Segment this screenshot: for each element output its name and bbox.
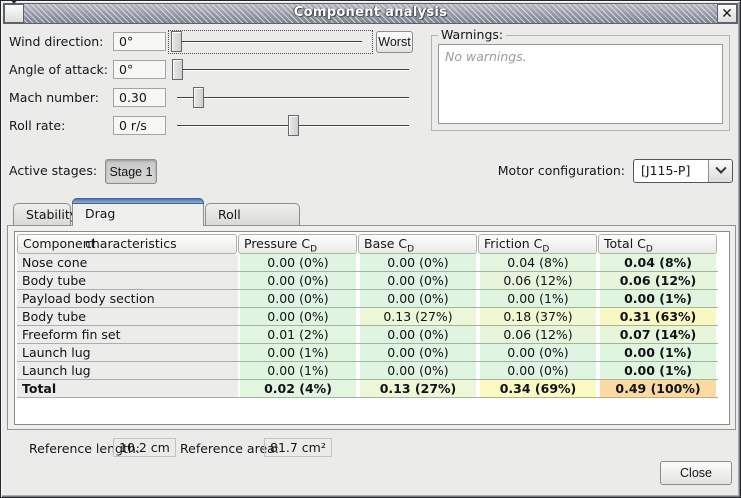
component-cell: Launch lug (17, 344, 238, 361)
component-analysis-dialog: Component analysis ✕ Wind direction: 0° … (0, 0, 741, 498)
motor-configuration-label: Motor configuration: (473, 161, 625, 181)
component-cell: Launch lug (17, 362, 238, 379)
table-row[interactable]: Launch lug 0.00 (1%) 0.00 (0%) 0.00 (0%)… (17, 344, 718, 362)
table-row[interactable]: Freeform fin set 0.01 (2%) 0.00 (0%) 0.0… (17, 326, 718, 344)
total-cd-cell: 0.06 (12%) (600, 272, 716, 289)
base-cd-cell: 0.13 (27%) (360, 380, 476, 397)
angle-of-attack-field[interactable]: 0° (113, 60, 166, 79)
friction-cd-cell: 0.04 (8%) (480, 254, 596, 271)
no-warnings-text: No warnings. (439, 45, 722, 68)
wind-direction-field[interactable]: 0° (113, 32, 166, 51)
worst-button[interactable]: Worst (376, 31, 413, 53)
close-icon: ✕ (721, 7, 733, 21)
warnings-group: Warnings: No warnings. (431, 35, 730, 131)
base-cd-cell: 0.00 (0%) (360, 326, 476, 343)
window-close-button[interactable]: ✕ (717, 4, 737, 23)
slider-track (177, 97, 409, 99)
total-cd-cell: 0.04 (8%) (600, 254, 716, 271)
tab-stability[interactable]: Stability (13, 203, 71, 226)
wind-direction-slider[interactable] (176, 30, 362, 54)
friction-cd-cell: 0.06 (12%) (480, 272, 596, 289)
slider-thumb[interactable] (288, 115, 299, 136)
slider-track (176, 41, 362, 43)
total-cd-cell: 0.49 (100%) (600, 380, 716, 397)
total-cd-cell: 0.31 (63%) (600, 308, 716, 325)
angle-of-attack-label: Angle of attack: (9, 60, 108, 80)
chevron-down-icon (715, 163, 726, 174)
column-header-pressure-cd: Pressure CD (238, 234, 357, 254)
table-row-total[interactable]: Total 0.02 (4%) 0.13 (27%) 0.34 (69%) 0.… (17, 380, 718, 398)
base-cd-cell: 0.00 (0%) (360, 272, 476, 289)
mach-number-label: Mach number: (9, 88, 99, 108)
tab-drag-characteristics[interactable]: Drag characteristics (72, 198, 204, 226)
mach-number-field[interactable]: 0.30 (113, 88, 166, 107)
table-row[interactable]: Body tube 0.00 (0%) 0.13 (27%) 0.18 (37%… (17, 308, 718, 326)
pressure-cd-cell: 0.00 (0%) (240, 254, 356, 271)
pressure-cd-cell: 0.00 (1%) (240, 344, 356, 361)
base-cd-cell: 0.00 (0%) (360, 362, 476, 379)
pressure-cd-cell: 0.00 (1%) (240, 362, 356, 379)
component-cell: Freeform fin set (17, 326, 238, 343)
table-row[interactable]: Launch lug 0.00 (1%) 0.00 (0%) 0.00 (0%)… (17, 362, 718, 380)
angle-of-attack-slider[interactable] (177, 58, 409, 82)
pressure-cd-cell: 0.00 (0%) (240, 290, 356, 307)
slider-thumb[interactable] (193, 87, 204, 108)
pressure-cd-cell: 0.00 (0%) (240, 308, 356, 325)
total-cd-cell: 0.00 (1%) (600, 290, 716, 307)
friction-cd-cell: 0.06 (12%) (480, 326, 596, 343)
wind-direction-label: Wind direction: (9, 32, 103, 52)
mach-number-slider[interactable] (177, 86, 409, 110)
component-cell: Payload body section (17, 290, 238, 307)
slider-track (177, 69, 409, 71)
motor-configuration-value: [J115-P] (641, 163, 690, 178)
warnings-list: No warnings. (438, 44, 723, 124)
friction-cd-cell: 0.34 (69%) (480, 380, 596, 397)
pressure-cd-cell: 0.01 (2%) (240, 326, 356, 343)
close-button[interactable]: Close (660, 461, 732, 485)
friction-cd-cell: 0.00 (0%) (480, 362, 596, 379)
pressure-cd-cell: 0.02 (4%) (240, 380, 356, 397)
base-cd-cell: 0.13 (27%) (360, 308, 476, 325)
total-cd-cell: 0.00 (1%) (600, 344, 716, 361)
reference-length-value: 10.2 cm (113, 438, 176, 457)
slider-thumb[interactable] (171, 31, 182, 52)
component-cell: Body tube (17, 272, 238, 289)
combo-arrow-button[interactable] (708, 160, 732, 182)
pressure-cd-cell: 0.00 (0%) (240, 272, 356, 289)
tab-roll-dynamics[interactable]: Roll dynamics (205, 203, 300, 226)
roll-rate-slider[interactable] (177, 114, 409, 138)
warnings-title: Warnings: (438, 27, 506, 42)
base-cd-cell: 0.00 (0%) (360, 290, 476, 307)
base-cd-cell: 0.00 (0%) (360, 254, 476, 271)
friction-cd-cell: 0.00 (0%) (480, 344, 596, 361)
slider-thumb[interactable] (172, 59, 183, 80)
friction-cd-cell: 0.00 (1%) (480, 290, 596, 307)
roll-rate-field[interactable]: 0 r/s (113, 116, 166, 135)
reference-area-value: 81.7 cm² (264, 438, 332, 457)
table-row[interactable]: Body tube 0.00 (0%) 0.00 (0%) 0.06 (12%)… (17, 272, 718, 290)
component-cell: Body tube (17, 308, 238, 325)
stage-1-toggle[interactable]: Stage 1 (105, 159, 157, 184)
roll-rate-label: Roll rate: (9, 116, 65, 136)
table-row[interactable]: Payload body section 0.00 (0%) 0.00 (0%)… (17, 290, 718, 308)
column-header-friction-cd: Friction CD (478, 234, 597, 254)
column-header-base-cd: Base CD (358, 234, 477, 254)
title-bar[interactable]: Component analysis ✕ (3, 3, 738, 24)
motor-configuration-select[interactable]: [J115-P] (633, 159, 733, 183)
base-cd-cell: 0.00 (0%) (360, 344, 476, 361)
total-cd-cell: 0.00 (1%) (600, 362, 716, 379)
total-cd-cell: 0.07 (14%) (600, 326, 716, 343)
drag-table: Component Pressure CD Base CD Friction C… (17, 233, 718, 398)
active-stages-label: Active stages: (9, 161, 97, 181)
friction-cd-cell: 0.18 (37%) (480, 308, 596, 325)
window-title: Component analysis (4, 5, 737, 20)
selected-tab-highlight (72, 198, 204, 204)
component-cell: Total (17, 380, 238, 397)
column-header-total-cd: Total CD (598, 234, 717, 254)
drag-table-scrollpane: Component Pressure CD Base CD Friction C… (14, 231, 730, 425)
